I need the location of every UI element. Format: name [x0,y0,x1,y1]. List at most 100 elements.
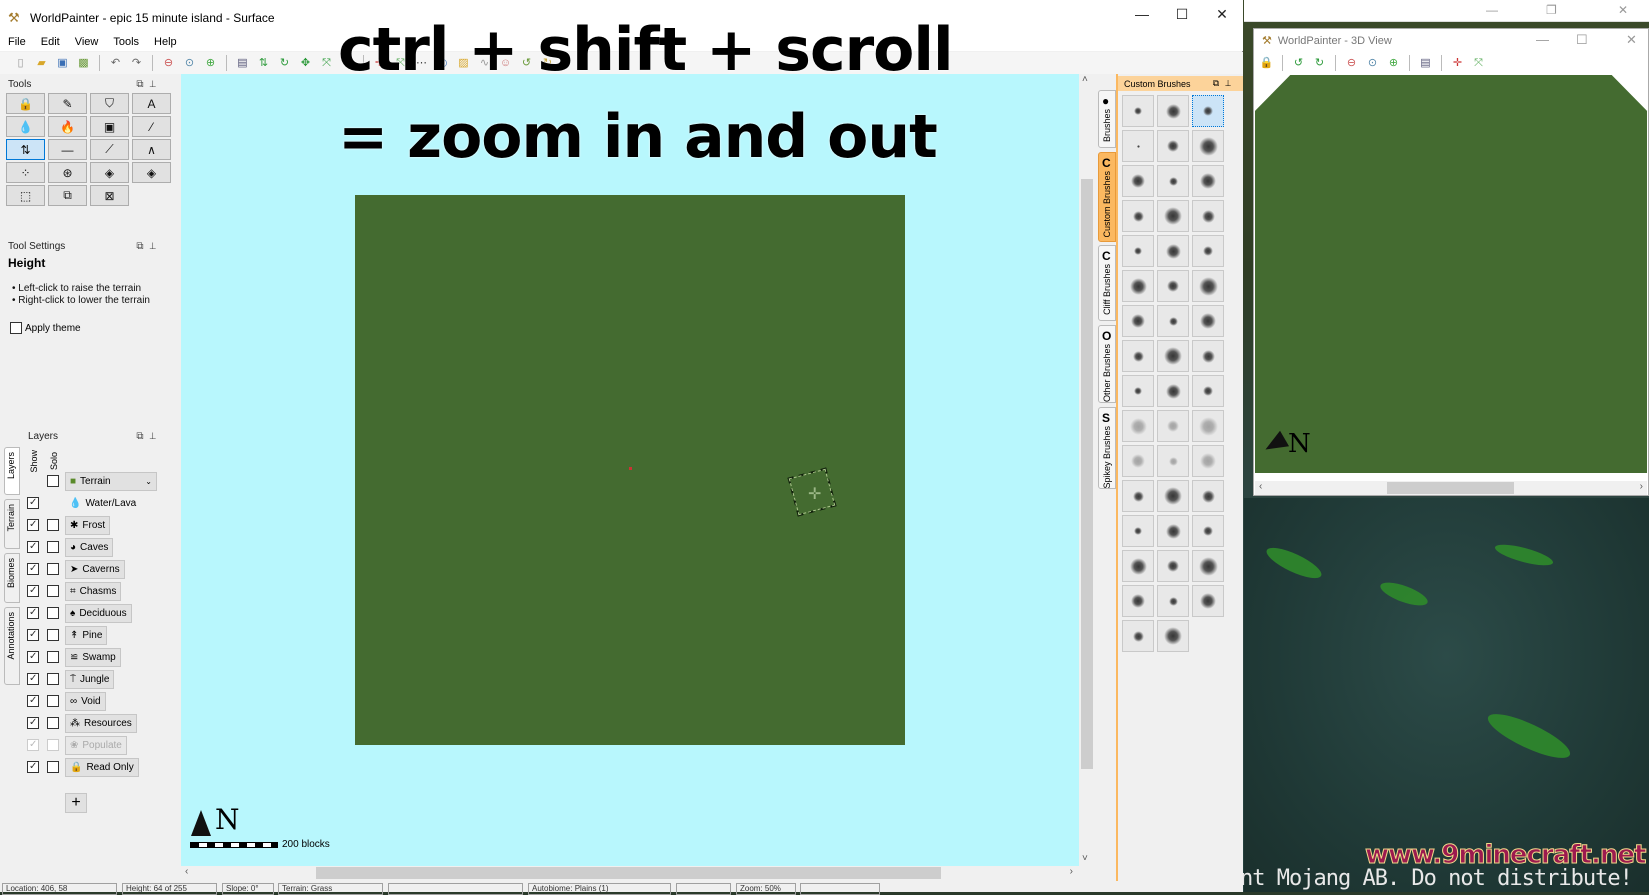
layer-solo-checkbox[interactable] [47,585,59,597]
menu-help[interactable]: Help [154,36,177,48]
layer-solo-checkbox[interactable] [47,673,59,685]
background-minimize-button[interactable]: — [1486,3,1498,17]
tool-sponge-button[interactable]: ▣ [90,116,129,137]
layer-show-checkbox[interactable] [27,739,39,751]
tool-text-button[interactable]: A [132,93,171,114]
scrollbar-thumb[interactable] [316,867,941,879]
3d-minimize-button[interactable]: — [1536,32,1549,47]
layer-show-checkbox[interactable] [27,695,39,707]
3d-maximize-button[interactable]: ☐ [1576,32,1588,48]
layer-button-populate[interactable]: ❀ Populate [65,735,127,755]
brush-swatch[interactable] [1122,445,1154,477]
brush-swatch[interactable] [1122,340,1154,372]
brush-swatch[interactable] [1192,585,1224,617]
layer-solo-checkbox[interactable] [47,717,59,729]
scrollbar-thumb[interactable] [1081,179,1093,769]
brush-swatch[interactable] [1157,585,1189,617]
brush-swatch[interactable] [1122,550,1154,582]
scroll-down-icon[interactable]: ˅ [1082,853,1088,864]
scroll-up-icon[interactable]: ˄ [1082,74,1088,85]
new-icon[interactable]: ▯ [12,55,29,72]
add-layer-button[interactable]: + [65,793,87,813]
layer-button-read-only[interactable]: 🔒 Read Only [65,757,139,777]
layer-show-checkbox[interactable] [27,651,39,663]
tool-flatten-button[interactable]: — [48,139,87,160]
layer-solo-checkbox[interactable] [47,739,59,751]
background-close-button[interactable]: ✕ [1618,3,1628,17]
zoom-in-icon[interactable]: ⊕ [202,55,219,72]
tool-select-button[interactable]: ⬚ [6,185,45,206]
panel-controls[interactable]: ⧉⊥ [1213,78,1237,89]
brush-swatch[interactable] [1157,410,1189,442]
panel-controls[interactable]: ⧉⊥ [136,431,162,442]
brush-swatch[interactable] [1122,480,1154,512]
brush-swatch[interactable] [1157,620,1189,652]
layer-show-checkbox[interactable] [27,673,39,685]
layer-show-checkbox[interactable] [27,717,39,729]
brush-swatch[interactable] [1192,200,1224,232]
brush-swatch[interactable] [1122,515,1154,547]
export-icon[interactable]: ▩ [75,55,92,72]
vertical-scrollbar[interactable]: ˄ ˅ [1079,74,1095,866]
layer-show-checkbox[interactable] [27,541,39,553]
layer-show-checkbox[interactable] [27,563,39,575]
brush-swatch[interactable] [1122,165,1154,197]
layer-solo-checkbox[interactable] [47,761,59,773]
tool-smooth-button[interactable]: ⟋ [90,139,129,160]
3d-close-button[interactable]: ✕ [1626,32,1637,48]
brush-swatch[interactable] [1192,445,1224,477]
scroll-right-icon[interactable]: › [1640,481,1643,492]
tab-terrain[interactable]: Terrain [4,499,20,549]
close-button[interactable]: ✕ [1202,6,1242,23]
brush-swatch[interactable] [1192,235,1224,267]
brush-swatch[interactable] [1192,305,1224,337]
tool-height-lock-button[interactable]: 🔒 [6,93,45,114]
redo-icon[interactable]: ↷ [128,55,145,72]
tool-raise-pyramid-button[interactable]: ◈ [132,162,171,183]
brush-tab-custom-brushes[interactable]: C Custom Brushes [1098,152,1116,242]
brush-swatch[interactable] [1192,375,1224,407]
scroll-right-icon[interactable]: › [1070,866,1073,877]
layer-button-void[interactable]: ∞ Void [65,691,106,711]
maximize-button[interactable]: ☐ [1162,6,1202,23]
brush-swatch[interactable] [1157,95,1189,127]
brush-tab-spikey-brushes[interactable]: S Spikey Brushes [1098,407,1116,489]
brush-swatch[interactable] [1192,515,1224,547]
tool-water-button[interactable]: 💧 [6,116,45,137]
tab-biomes[interactable]: Biomes [4,553,20,603]
layer-solo-checkbox[interactable] [47,563,59,575]
layer-button-pine[interactable]: ↟ Pine [65,625,108,645]
brush-swatch[interactable] [1157,515,1189,547]
layer-show-checkbox[interactable] [27,519,39,531]
menu-file[interactable]: File [8,36,26,48]
scroll-left-icon[interactable]: ‹ [185,866,188,877]
brush-swatch[interactable] [1157,270,1189,302]
scroll-left-icon[interactable]: ‹ [1259,481,1262,492]
brush-swatch[interactable] [1157,375,1189,407]
scrollbar-thumb[interactable] [1387,482,1514,494]
layer-solo-checkbox[interactable] [47,607,59,619]
brush-swatch[interactable] [1122,305,1154,337]
layers-icon[interactable]: ▤ [1417,55,1434,72]
brush-swatch[interactable] [1192,410,1224,442]
tool-pyramid-button[interactable]: ◈ [90,162,129,183]
brush-tab-other-brushes[interactable]: O Other Brushes [1098,325,1116,403]
menu-tools[interactable]: Tools [113,36,139,48]
move-icon[interactable]: ✥ [297,55,314,72]
layer-solo-checkbox[interactable] [47,695,59,707]
rotate-icon[interactable]: ↻ [276,55,293,72]
rotate-left-icon[interactable]: ↺ [1290,55,1307,72]
layer-button-frost[interactable]: ✱ Frost [65,515,111,535]
background-restore-button[interactable]: ❐ [1546,3,1557,17]
minimize-button[interactable]: — [1122,6,1162,22]
brush-tab-cliff-brushes[interactable]: C Cliff Brushes [1098,245,1116,321]
tool-copy-selection-button[interactable]: ⧉ [48,185,87,206]
tool-eyedropper-button[interactable]: ⁄ [132,116,171,137]
brush-tab-brushes[interactable]: ● Brushes [1098,90,1116,148]
layer-show-checkbox[interactable] [27,761,39,773]
brush-swatch[interactable] [1157,200,1189,232]
layer-button-jungle[interactable]: ⍑ Jungle [65,669,115,689]
brush-swatch[interactable] [1122,585,1154,617]
tool-spray-button[interactable]: ⁘ [6,162,45,183]
layer-button-resources[interactable]: ⁂ Resources [65,713,137,733]
